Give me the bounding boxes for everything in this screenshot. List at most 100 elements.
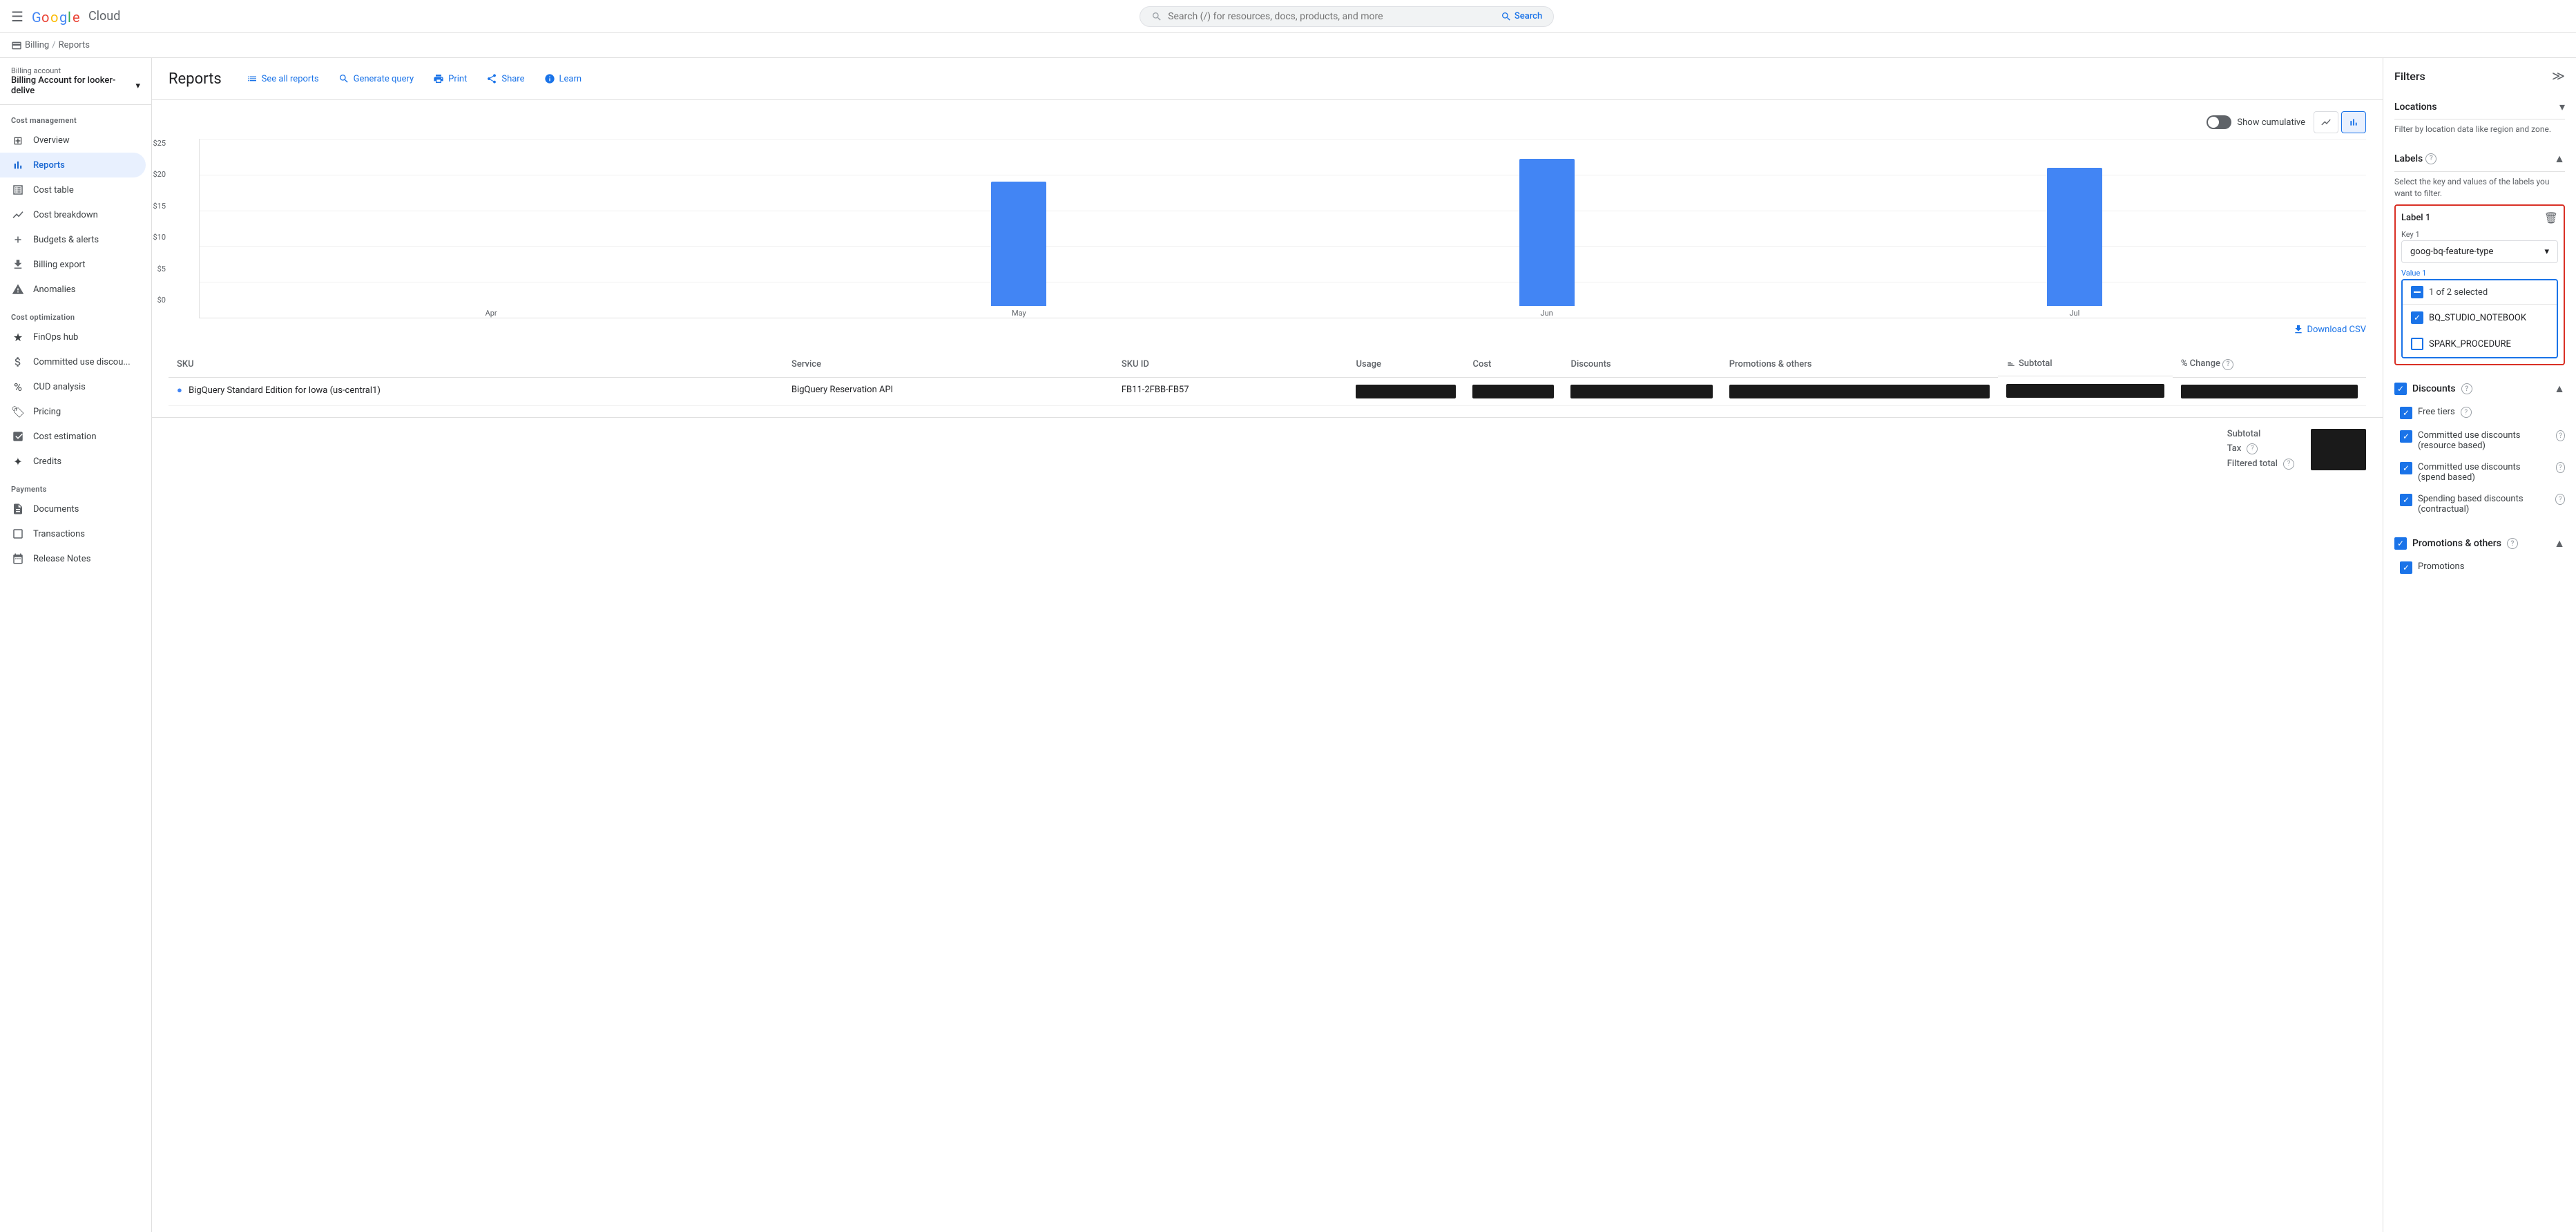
col-subtotal[interactable]: Subtotal xyxy=(1998,352,2173,376)
col-promotions[interactable]: Promotions & others xyxy=(1721,352,1998,377)
sidebar-item-cost-estimation[interactable]: Cost estimation xyxy=(0,424,146,449)
sidebar-item-label: Documents xyxy=(33,504,79,514)
promotions-header[interactable]: ✓ Promotions & others ? ▲ xyxy=(2394,531,2565,556)
filtered-total-label: Filtered total xyxy=(2227,459,2278,469)
finops-icon: ★ xyxy=(11,330,25,344)
cud-resource-info-icon[interactable]: ? xyxy=(2556,430,2565,441)
col-cost[interactable]: Cost xyxy=(1464,352,1562,377)
search-bar[interactable]: Search xyxy=(1140,6,1554,27)
table-header: SKU Service SKU ID Usage Cost xyxy=(169,352,2366,377)
sidebar-item-documents[interactable]: Documents xyxy=(0,497,146,521)
bar-jul xyxy=(2047,168,2102,306)
sidebar-item-release-notes[interactable]: Release Notes xyxy=(0,546,146,571)
col-sku[interactable]: SKU xyxy=(169,352,783,377)
spark-procedure-label: SPARK_PROCEDURE xyxy=(2429,339,2511,349)
promotions-item[interactable]: ✓ Promotions xyxy=(2394,556,2565,579)
bq-studio-label: BQ_STUDIO_NOTEBOOK xyxy=(2429,313,2526,323)
sidebar-item-label: Cost estimation xyxy=(33,432,97,442)
cud-spend-info-icon[interactable]: ? xyxy=(2556,462,2565,473)
col-service[interactable]: Service xyxy=(783,352,1113,377)
cumulative-toggle[interactable] xyxy=(2207,115,2231,129)
spending-based-checkbox[interactable]: ✓ xyxy=(2400,494,2412,506)
discounts-header[interactable]: ✓ Discounts ? ▲ xyxy=(2394,376,2565,401)
discounts-info-icon[interactable]: ? xyxy=(2461,383,2472,394)
check: ✓ xyxy=(2403,432,2410,441)
breadcrumb-billing[interactable]: Billing xyxy=(25,40,49,50)
sidebar-item-pricing[interactable]: 🏷 Pricing xyxy=(0,399,146,424)
sidebar-item-anomalies[interactable]: Anomalies xyxy=(0,277,146,302)
sidebar-item-cost-table[interactable]: Cost table xyxy=(0,177,146,202)
partial-checkbox[interactable] xyxy=(2411,286,2423,298)
share-button[interactable]: Share xyxy=(478,69,532,88)
col-change[interactable]: % Change ? xyxy=(2173,352,2366,377)
labels-info-icon[interactable]: ? xyxy=(2425,153,2436,164)
check: ✓ xyxy=(2397,539,2404,548)
promotions-item-checkbox[interactable]: ✓ xyxy=(2400,561,2412,574)
delete-label-button[interactable]: 🗑 xyxy=(2544,211,2558,224)
cell-subtotal xyxy=(1998,377,2173,405)
promotions-checkbox[interactable]: ✓ xyxy=(2394,537,2407,550)
sidebar-item-cud-analysis[interactable]: % CUD analysis xyxy=(0,374,146,399)
sidebar-item-transactions[interactable]: Transactions xyxy=(0,521,146,546)
redacted-discounts xyxy=(1570,385,1712,398)
sidebar-item-label: Committed use discou... xyxy=(33,357,131,367)
free-tiers-item[interactable]: ✓ Free tiers ? xyxy=(2394,401,2565,425)
discounts-checkbox[interactable]: ✓ xyxy=(2394,383,2407,395)
col-sku-id[interactable]: SKU ID xyxy=(1113,352,1348,377)
free-tiers-checkbox[interactable]: ✓ xyxy=(2400,407,2412,419)
locations-header[interactable]: Locations ▾ xyxy=(2394,95,2565,119)
cell-usage xyxy=(1347,377,1464,405)
print-button[interactable]: Print xyxy=(425,69,475,88)
generate-query-button[interactable]: Generate query xyxy=(330,69,423,88)
summary-footer: Subtotal Tax ? Filtered total ? xyxy=(152,417,2383,481)
line-chart-button[interactable] xyxy=(2314,111,2338,133)
cud-spend-item[interactable]: ✓ Committed use discounts (spend based) … xyxy=(2394,456,2565,488)
cud-resource-checkbox[interactable]: ✓ xyxy=(2400,430,2412,443)
sidebar-item-budgets-alerts[interactable]: Budgets & alerts xyxy=(0,227,146,252)
hamburger-button[interactable]: ☰ xyxy=(11,8,23,25)
tax-item: Tax ? xyxy=(2227,443,2294,454)
learn-button[interactable]: Learn xyxy=(536,69,590,88)
labels-header[interactable]: Labels ? ▲ xyxy=(2394,146,2565,172)
bq-studio-checkbox[interactable]: ✓ xyxy=(2411,311,2423,324)
download-icon xyxy=(2293,324,2304,335)
list-icon xyxy=(247,73,258,84)
discounts-chevron: ▲ xyxy=(2554,382,2565,396)
sidebar-item-billing-export[interactable]: Billing export xyxy=(0,252,146,277)
col-discounts[interactable]: Discounts xyxy=(1562,352,1720,377)
sidebar-item-reports[interactable]: Reports xyxy=(0,153,146,177)
download-csv-button[interactable]: Download CSV xyxy=(169,318,2366,340)
sidebar-item-finops-hub[interactable]: ★ FinOps hub xyxy=(0,325,146,349)
reports-header: Reports See all reports Generate query P… xyxy=(152,58,2383,100)
tax-info-icon[interactable]: ? xyxy=(2247,443,2258,454)
key-dropdown[interactable]: goog-bq-feature-type ▾ xyxy=(2401,240,2558,263)
option-bq-studio[interactable]: ✓ BQ_STUDIO_NOTEBOOK xyxy=(2403,305,2557,331)
panel-collapse-button[interactable]: ≫ xyxy=(2552,69,2565,84)
locations-section: Locations ▾ Filter by location data like… xyxy=(2394,95,2565,135)
bar-group-jun: Jun xyxy=(1519,159,1575,318)
spending-based-item[interactable]: ✓ Spending based discounts (contractual)… xyxy=(2394,488,2565,520)
cud-resource-item[interactable]: ✓ Committed use discounts (resource base… xyxy=(2394,425,2565,456)
sidebar-item-cost-breakdown[interactable]: Cost breakdown xyxy=(0,202,146,227)
see-all-reports-button[interactable]: See all reports xyxy=(238,69,327,88)
promotions-info-icon[interactable]: ? xyxy=(2507,538,2518,549)
filtered-total-info-icon[interactable]: ? xyxy=(2283,459,2294,470)
col-usage[interactable]: Usage xyxy=(1347,352,1464,377)
change-info-icon[interactable]: ? xyxy=(2222,359,2233,370)
spending-based-info-icon[interactable]: ? xyxy=(2555,494,2565,505)
bar-chart-button[interactable] xyxy=(2341,111,2366,133)
search-button[interactable]: Search xyxy=(1501,11,1542,22)
option-spark-procedure[interactable]: SPARK_PROCEDURE xyxy=(2403,331,2557,357)
promotions-section: ✓ Promotions & others ? ▲ ✓ Promotions xyxy=(2394,531,2565,579)
sidebar-item-credits[interactable]: ✦ Credits xyxy=(0,449,146,474)
sidebar-item-overview[interactable]: ⊞ Overview xyxy=(0,128,146,153)
cud-spend-checkbox[interactable]: ✓ xyxy=(2400,462,2412,474)
cost-breakdown-icon xyxy=(11,208,25,222)
free-tiers-info-icon[interactable]: ? xyxy=(2461,407,2472,418)
search-input[interactable] xyxy=(1168,11,1495,22)
y-axis: $25 $20 $15 $10 $5 $0 xyxy=(152,139,166,318)
billing-account-name[interactable]: Billing Account for looker-delive ▾ xyxy=(11,75,140,96)
spark-procedure-checkbox[interactable] xyxy=(2411,338,2423,350)
sidebar-item-committed-use[interactable]: Committed use discou... xyxy=(0,349,146,374)
main-layout: Billing account Billing Account for look… xyxy=(0,58,2576,1232)
